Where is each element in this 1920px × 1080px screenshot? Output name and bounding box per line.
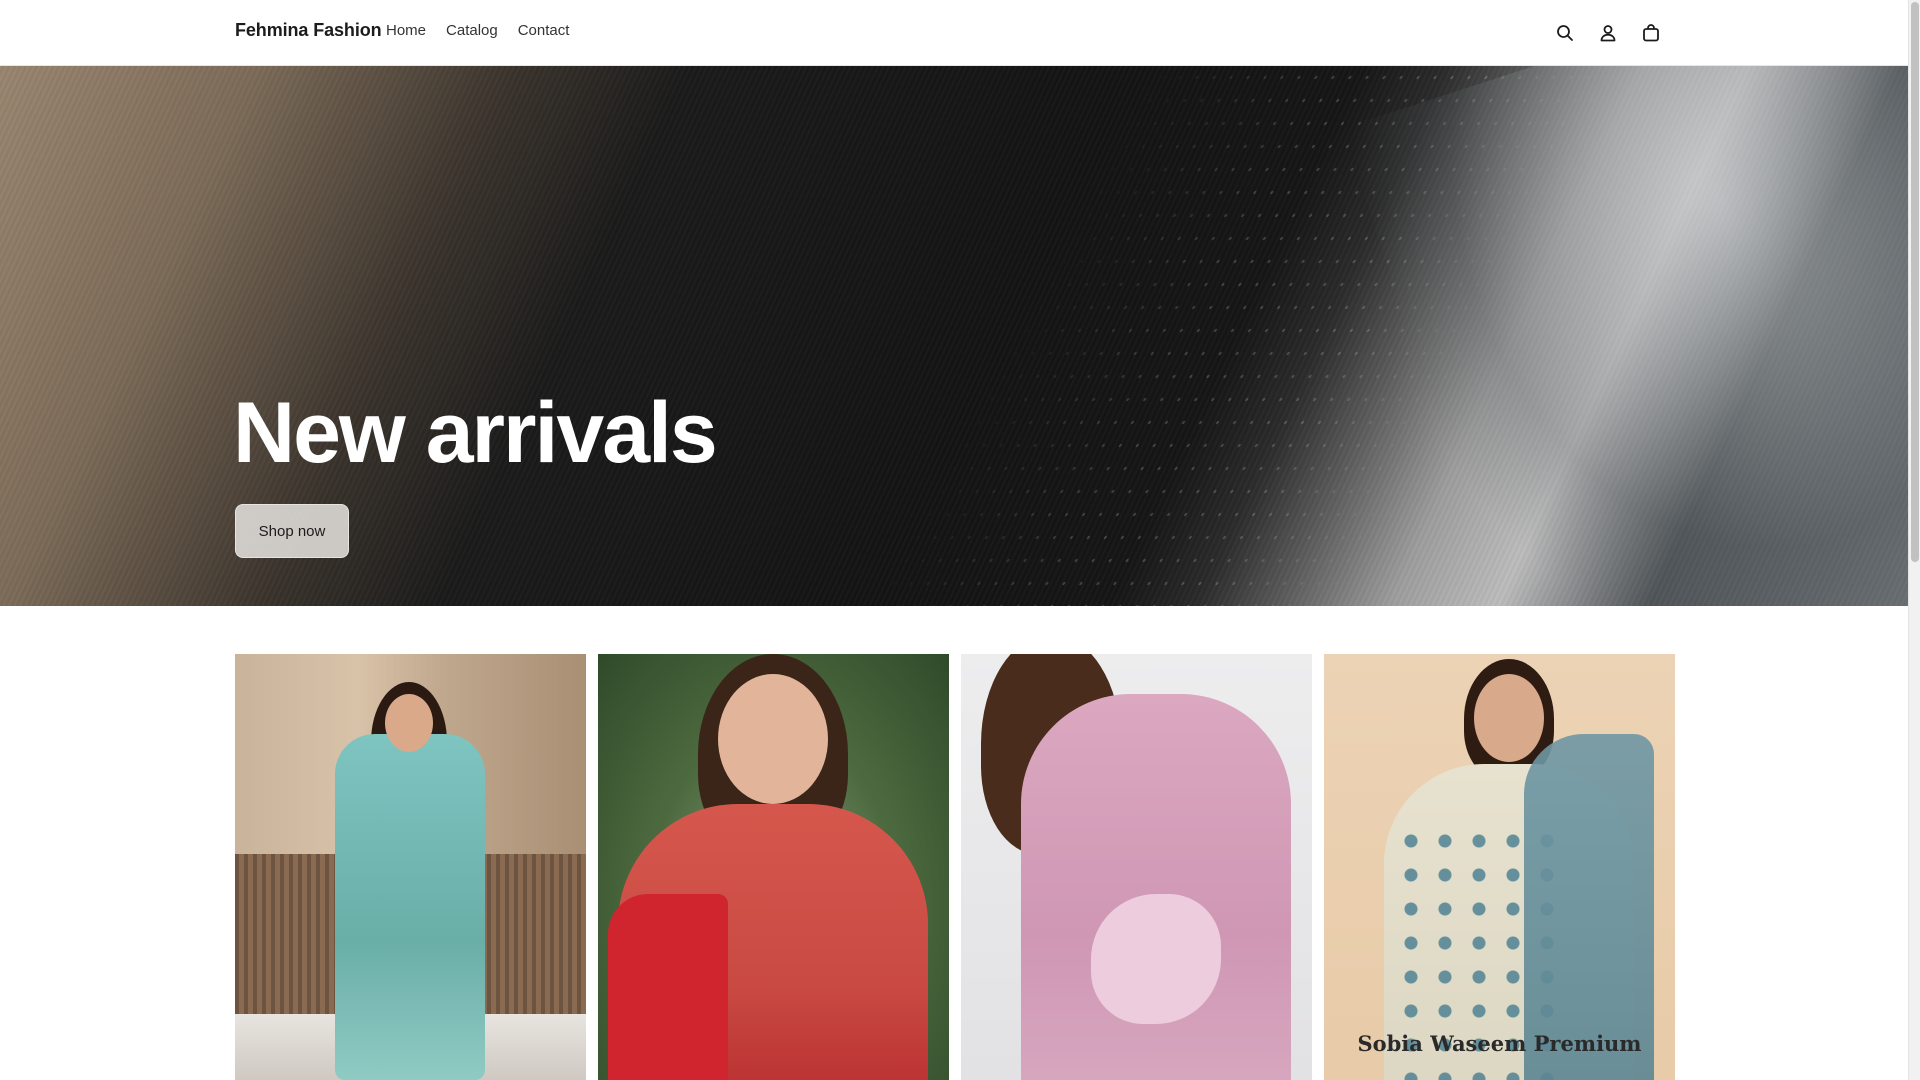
model-dress	[335, 734, 485, 1080]
scrollbar-thumb[interactable]	[1911, 2, 1919, 562]
vertical-scrollbar[interactable]	[1908, 0, 1920, 1080]
model-dupatta	[1524, 734, 1654, 1080]
embroidered-sleeve	[1091, 894, 1221, 1024]
main-nav: Home Catalog Contact	[386, 22, 569, 39]
product-card[interactable]	[598, 654, 949, 1080]
search-icon[interactable]	[1552, 20, 1577, 45]
shop-now-button[interactable]: Shop now	[235, 504, 349, 558]
product-card[interactable]: Sobia Waseem Premium	[1324, 654, 1675, 1080]
product-card[interactable]	[961, 654, 1312, 1080]
nav-contact[interactable]: Contact	[518, 22, 570, 39]
cart-icon[interactable]	[1638, 20, 1663, 45]
nav-home[interactable]: Home	[386, 22, 426, 39]
product-grid: Sobia Waseem Premium	[235, 654, 1675, 1080]
model-face	[385, 694, 433, 752]
header-icons	[1552, 20, 1663, 45]
hero-banner: New arrivals Shop now	[0, 66, 1908, 606]
nav-catalog[interactable]: Catalog	[446, 22, 498, 39]
account-icon[interactable]	[1595, 20, 1620, 45]
model-face	[718, 674, 828, 804]
page: Fehmina Fashion Home Catalog Contact New…	[0, 0, 1908, 1080]
brand-logo[interactable]: Fehmina Fashion	[235, 20, 382, 41]
product-watermark-text: Sobia Waseem Premium	[1357, 1031, 1642, 1056]
hero-title: New arrivals	[233, 385, 718, 481]
product-card[interactable]	[235, 654, 586, 1080]
model-dupatta	[608, 894, 728, 1080]
model-face	[1474, 674, 1544, 762]
site-header: Fehmina Fashion Home Catalog Contact	[0, 0, 1908, 66]
